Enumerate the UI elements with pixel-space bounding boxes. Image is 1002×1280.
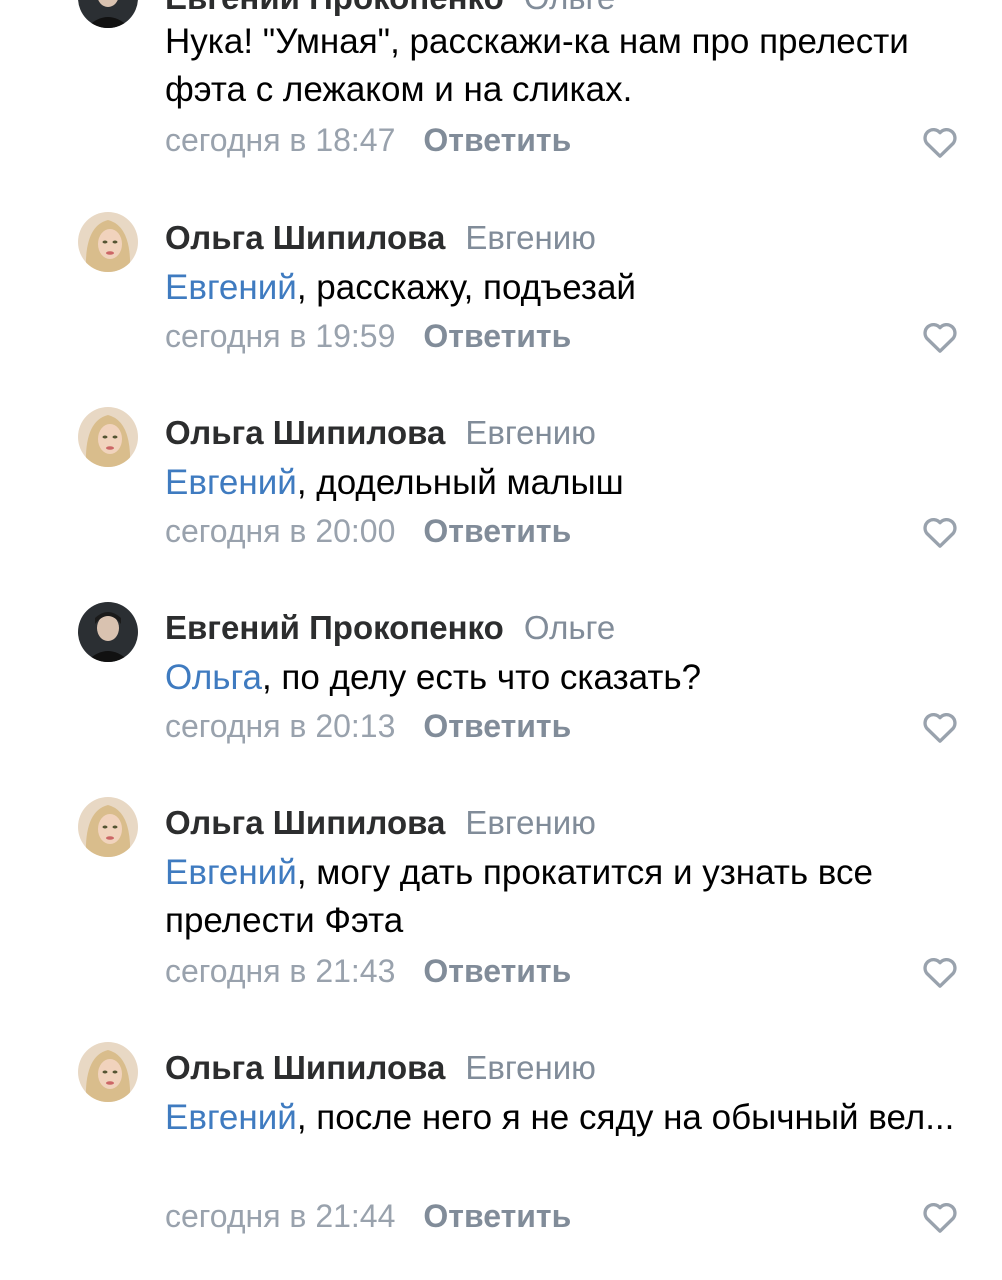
mention-link[interactable]: Евгений — [165, 1098, 297, 1137]
woman-avatar-icon — [78, 797, 138, 857]
timestamp: сегодня в 20:00 — [165, 513, 396, 549]
timestamp: сегодня в 20:13 — [165, 708, 396, 744]
mention-link[interactable]: Евгений — [165, 463, 297, 502]
comment-text: Евгений, додельный малыш — [165, 459, 965, 507]
avatar[interactable] — [78, 1042, 138, 1102]
author-name[interactable]: Ольга Шипилова — [165, 804, 445, 841]
reply-to-name[interactable]: Евгению — [465, 1049, 596, 1086]
reply-to-name[interactable]: Ольге — [524, 609, 615, 646]
man-avatar-icon — [78, 602, 138, 662]
mention-link[interactable]: Евгений — [165, 268, 297, 307]
avatar[interactable] — [78, 797, 138, 857]
timestamp: сегодня в 18:47 — [165, 122, 396, 158]
comment-body: Нука! "Умная", расскажи-ка нам про преле… — [165, 22, 909, 109]
reply-to-name[interactable]: Ольге — [524, 0, 615, 16]
like-button[interactable] — [920, 317, 960, 357]
mention-link[interactable]: Евгений — [165, 853, 297, 892]
avatar[interactable] — [78, 0, 138, 28]
author-name[interactable]: Ольга Шипилова — [165, 219, 445, 256]
comment-header: Ольга Шипилова Евгению — [165, 1048, 596, 1088]
comment-text: Евгений, после него я не сяду на обычный… — [165, 1094, 965, 1142]
comment-text: Нука! "Умная", расскажи-ка нам про преле… — [165, 18, 965, 114]
comment-header: Ольга Шипилова Евгению — [165, 413, 596, 453]
heart-icon — [923, 322, 957, 353]
reply-to-name[interactable]: Евгению — [465, 414, 596, 451]
author-name[interactable]: Евгений Прокопенко — [165, 609, 504, 646]
comment-meta: сегодня в 21:44 Ответить — [165, 1196, 571, 1236]
reply-to-name[interactable]: Евгению — [465, 219, 596, 256]
reply-button[interactable]: Ответить — [423, 318, 571, 354]
reply-button[interactable]: Ответить — [423, 708, 571, 744]
comment-body: , расскажу, подъезай — [296, 268, 636, 307]
mention-link[interactable]: Ольга — [165, 658, 262, 697]
reply-button[interactable]: Ответить — [423, 1198, 571, 1234]
author-name[interactable]: Ольга Шипилова — [165, 1049, 445, 1086]
comment-meta: сегодня в 21:43 Ответить — [165, 951, 571, 991]
comment-body: , по делу есть что сказать? — [261, 658, 702, 697]
woman-avatar-icon — [78, 1042, 138, 1102]
timestamp: сегодня в 19:59 — [165, 318, 396, 354]
heart-icon — [923, 127, 957, 158]
comment-meta: сегодня в 19:59 Ответить — [165, 316, 571, 356]
like-button[interactable] — [920, 952, 960, 992]
reply-button[interactable]: Ответить — [423, 122, 571, 158]
comment-body: , додельный малыш — [296, 463, 624, 502]
like-button[interactable] — [920, 1197, 960, 1237]
heart-icon — [923, 957, 957, 988]
comment-text: Евгений, расскажу, подъезай — [165, 264, 965, 312]
avatar[interactable] — [78, 407, 138, 467]
author-name[interactable]: Ольга Шипилова — [165, 414, 445, 451]
heart-icon — [923, 1202, 957, 1233]
comment-body: , после него я не сяду на обычный вел... — [296, 1098, 955, 1137]
avatar[interactable] — [78, 212, 138, 272]
woman-avatar-icon — [78, 212, 138, 272]
comment-header: Евгений Прокопенко Ольге — [165, 608, 615, 648]
reply-button[interactable]: Ответить — [423, 513, 571, 549]
woman-avatar-icon — [78, 407, 138, 467]
reply-to-name[interactable]: Евгению — [465, 804, 596, 841]
author-name[interactable]: Евгений Прокопенко — [165, 0, 504, 16]
comment-header: Евгений Прокопенко Ольге — [165, 0, 615, 18]
like-button[interactable] — [920, 512, 960, 552]
reply-button[interactable]: Ответить — [423, 953, 571, 989]
like-button[interactable] — [920, 122, 960, 162]
comment-meta: сегодня в 18:47 Ответить — [165, 120, 571, 160]
avatar[interactable] — [78, 602, 138, 662]
comment-header: Ольга Шипилова Евгению — [165, 803, 596, 843]
comment-text: Евгений, могу дать прокатится и узнать в… — [165, 849, 965, 945]
like-button[interactable] — [920, 707, 960, 747]
comment-meta: сегодня в 20:00 Ответить — [165, 511, 571, 551]
heart-icon — [923, 712, 957, 743]
timestamp: сегодня в 21:43 — [165, 953, 396, 989]
timestamp: сегодня в 21:44 — [165, 1198, 396, 1234]
comment-text: Ольга, по делу есть что сказать? — [165, 654, 965, 702]
comment-meta: сегодня в 20:13 Ответить — [165, 706, 571, 746]
man-avatar-icon — [78, 0, 138, 28]
heart-icon — [923, 517, 957, 548]
comment-header: Ольга Шипилова Евгению — [165, 218, 596, 258]
